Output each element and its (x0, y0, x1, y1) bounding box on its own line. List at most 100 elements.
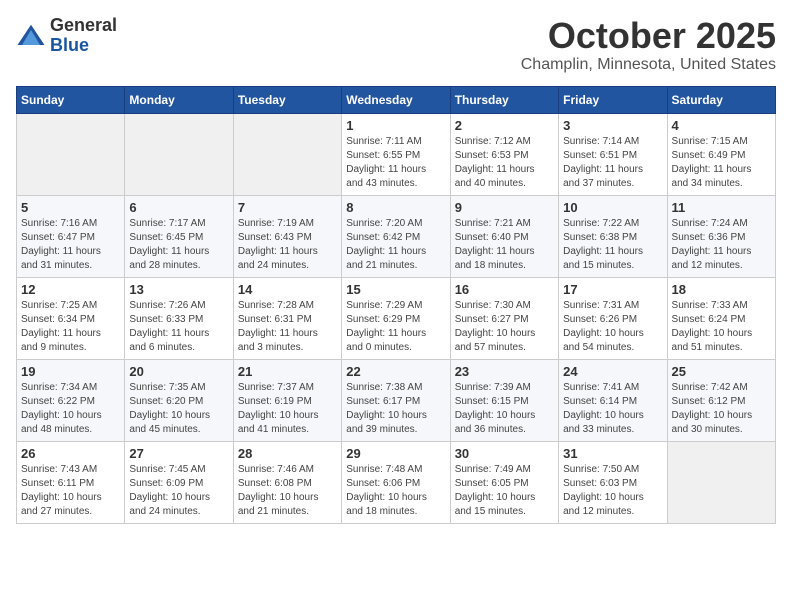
day-info: Sunrise: 7:39 AM Sunset: 6:15 PM Dayligh… (455, 381, 554, 437)
day-info: Sunrise: 7:15 AM Sunset: 6:49 PM Dayligh… (672, 135, 771, 191)
calendar-cell: 27 Sunrise: 7:45 AM Sunset: 6:09 PM Dayli… (125, 441, 233, 523)
header-thursday: Thursday (450, 86, 558, 113)
day-number: 30 (455, 446, 554, 461)
week-row-4: 26 Sunrise: 7:43 AM Sunset: 6:11 PM Dayli… (17, 441, 776, 523)
header-monday: Monday (125, 86, 233, 113)
day-number: 19 (21, 364, 120, 379)
day-number: 23 (455, 364, 554, 379)
month-title: October 2025 (521, 16, 776, 56)
calendar-cell (233, 113, 341, 195)
calendar-cell: 23 Sunrise: 7:39 AM Sunset: 6:15 PM Dayli… (450, 359, 558, 441)
day-number: 25 (672, 364, 771, 379)
logo: General Blue (16, 16, 117, 56)
day-info: Sunrise: 7:43 AM Sunset: 6:11 PM Dayligh… (21, 463, 120, 519)
day-info: Sunrise: 7:35 AM Sunset: 6:20 PM Dayligh… (129, 381, 228, 437)
day-info: Sunrise: 7:14 AM Sunset: 6:51 PM Dayligh… (563, 135, 662, 191)
week-row-1: 5Sunrise: 7:16 AM Sunset: 6:47 PM Daylig… (17, 195, 776, 277)
day-number: 10 (563, 200, 662, 215)
day-number: 4 (672, 118, 771, 133)
calendar-cell (125, 113, 233, 195)
logo-text: General Blue (50, 16, 117, 56)
calendar-cell: 26 Sunrise: 7:43 AM Sunset: 6:11 PM Dayli… (17, 441, 125, 523)
day-info: Sunrise: 7:28 AM Sunset: 6:31 PM Dayligh… (238, 299, 337, 355)
day-info: Sunrise: 7:26 AM Sunset: 6:33 PM Dayligh… (129, 299, 228, 355)
day-info: Sunrise: 7:30 AM Sunset: 6:27 PM Dayligh… (455, 299, 554, 355)
day-number: 18 (672, 282, 771, 297)
day-info: Sunrise: 7:41 AM Sunset: 6:14 PM Dayligh… (563, 381, 662, 437)
day-number: 5 (21, 200, 120, 215)
week-row-2: 12 Sunrise: 7:25 AM Sunset: 6:34 PM Dayli… (17, 277, 776, 359)
day-number: 2 (455, 118, 554, 133)
day-number: 14 (238, 282, 337, 297)
day-number: 7 (238, 200, 337, 215)
calendar-cell: 3 Sunrise: 7:14 AM Sunset: 6:51 PM Daylig… (559, 113, 667, 195)
calendar-cell (17, 113, 125, 195)
calendar-cell: 7 Sunrise: 7:19 AM Sunset: 6:43 PM Daylig… (233, 195, 341, 277)
header-row: SundayMondayTuesdayWednesdayThursdayFrid… (17, 86, 776, 113)
calendar-cell: 9Sunrise: 7:21 AM Sunset: 6:40 PM Daylig… (450, 195, 558, 277)
day-number: 31 (563, 446, 662, 461)
calendar-cell: 16 Sunrise: 7:30 AM Sunset: 6:27 PM Dayli… (450, 277, 558, 359)
day-number: 12 (21, 282, 120, 297)
week-row-0: 1 Sunrise: 7:11 AM Sunset: 6:55 PM Daylig… (17, 113, 776, 195)
day-number: 26 (21, 446, 120, 461)
day-info: Sunrise: 7:46 AM Sunset: 6:08 PM Dayligh… (238, 463, 337, 519)
calendar-cell: 4 Sunrise: 7:15 AM Sunset: 6:49 PM Daylig… (667, 113, 775, 195)
day-info: Sunrise: 7:45 AM Sunset: 6:09 PM Dayligh… (129, 463, 228, 519)
calendar-cell: 12 Sunrise: 7:25 AM Sunset: 6:34 PM Dayli… (17, 277, 125, 359)
calendar-cell: 29 Sunrise: 7:48 AM Sunset: 6:06 PM Dayli… (342, 441, 450, 523)
calendar-cell: 11Sunrise: 7:24 AM Sunset: 6:36 PM Dayli… (667, 195, 775, 277)
location: Champlin, Minnesota, United States (521, 56, 776, 74)
calendar-cell (667, 441, 775, 523)
calendar-cell: 2 Sunrise: 7:12 AM Sunset: 6:53 PM Daylig… (450, 113, 558, 195)
calendar-cell: 25 Sunrise: 7:42 AM Sunset: 6:12 PM Dayli… (667, 359, 775, 441)
calendar-cell: 24 Sunrise: 7:41 AM Sunset: 6:14 PM Dayli… (559, 359, 667, 441)
calendar-cell: 14 Sunrise: 7:28 AM Sunset: 6:31 PM Dayli… (233, 277, 341, 359)
calendar-cell: 6Sunrise: 7:17 AM Sunset: 6:45 PM Daylig… (125, 195, 233, 277)
day-number: 1 (346, 118, 445, 133)
calendar-cell: 20Sunrise: 7:35 AM Sunset: 6:20 PM Dayli… (125, 359, 233, 441)
calendar-cell: 31 Sunrise: 7:50 AM Sunset: 6:03 PM Dayli… (559, 441, 667, 523)
calendar-cell: 18 Sunrise: 7:33 AM Sunset: 6:24 PM Dayli… (667, 277, 775, 359)
logo-icon (16, 21, 46, 51)
calendar-cell: 21Sunrise: 7:37 AM Sunset: 6:19 PM Dayli… (233, 359, 341, 441)
day-info: Sunrise: 7:21 AM Sunset: 6:40 PM Dayligh… (455, 217, 554, 273)
day-number: 16 (455, 282, 554, 297)
header-wednesday: Wednesday (342, 86, 450, 113)
day-info: Sunrise: 7:34 AM Sunset: 6:22 PM Dayligh… (21, 381, 120, 437)
page-header: General Blue October 2025 Champlin, Minn… (16, 16, 776, 74)
day-info: Sunrise: 7:29 AM Sunset: 6:29 PM Dayligh… (346, 299, 445, 355)
day-number: 24 (563, 364, 662, 379)
calendar-cell: 19 Sunrise: 7:34 AM Sunset: 6:22 PM Dayli… (17, 359, 125, 441)
day-info: Sunrise: 7:38 AM Sunset: 6:17 PM Dayligh… (346, 381, 445, 437)
day-info: Sunrise: 7:22 AM Sunset: 6:38 PM Dayligh… (563, 217, 662, 273)
day-number: 8 (346, 200, 445, 215)
day-number: 29 (346, 446, 445, 461)
day-info: Sunrise: 7:19 AM Sunset: 6:43 PM Dayligh… (238, 217, 337, 273)
day-info: Sunrise: 7:42 AM Sunset: 6:12 PM Dayligh… (672, 381, 771, 437)
header-tuesday: Tuesday (233, 86, 341, 113)
day-number: 27 (129, 446, 228, 461)
header-saturday: Saturday (667, 86, 775, 113)
day-info: Sunrise: 7:37 AM Sunset: 6:19 PM Dayligh… (238, 381, 337, 437)
day-info: Sunrise: 7:11 AM Sunset: 6:55 PM Dayligh… (346, 135, 445, 191)
day-number: 22 (346, 364, 445, 379)
day-number: 17 (563, 282, 662, 297)
calendar-cell: 13Sunrise: 7:26 AM Sunset: 6:33 PM Dayli… (125, 277, 233, 359)
calendar-cell: 5Sunrise: 7:16 AM Sunset: 6:47 PM Daylig… (17, 195, 125, 277)
calendar-cell: 8Sunrise: 7:20 AM Sunset: 6:42 PM Daylig… (342, 195, 450, 277)
day-info: Sunrise: 7:25 AM Sunset: 6:34 PM Dayligh… (21, 299, 120, 355)
day-info: Sunrise: 7:49 AM Sunset: 6:05 PM Dayligh… (455, 463, 554, 519)
calendar-cell: 1 Sunrise: 7:11 AM Sunset: 6:55 PM Daylig… (342, 113, 450, 195)
day-info: Sunrise: 7:17 AM Sunset: 6:45 PM Dayligh… (129, 217, 228, 273)
day-info: Sunrise: 7:50 AM Sunset: 6:03 PM Dayligh… (563, 463, 662, 519)
logo-blue: Blue (50, 36, 117, 56)
day-number: 28 (238, 446, 337, 461)
calendar-cell: 30 Sunrise: 7:49 AM Sunset: 6:05 PM Dayli… (450, 441, 558, 523)
day-info: Sunrise: 7:12 AM Sunset: 6:53 PM Dayligh… (455, 135, 554, 191)
day-info: Sunrise: 7:48 AM Sunset: 6:06 PM Dayligh… (346, 463, 445, 519)
day-info: Sunrise: 7:33 AM Sunset: 6:24 PM Dayligh… (672, 299, 771, 355)
day-number: 3 (563, 118, 662, 133)
title-block: October 2025 Champlin, Minnesota, United… (521, 16, 776, 74)
calendar-table: SundayMondayTuesdayWednesdayThursdayFrid… (16, 86, 776, 524)
